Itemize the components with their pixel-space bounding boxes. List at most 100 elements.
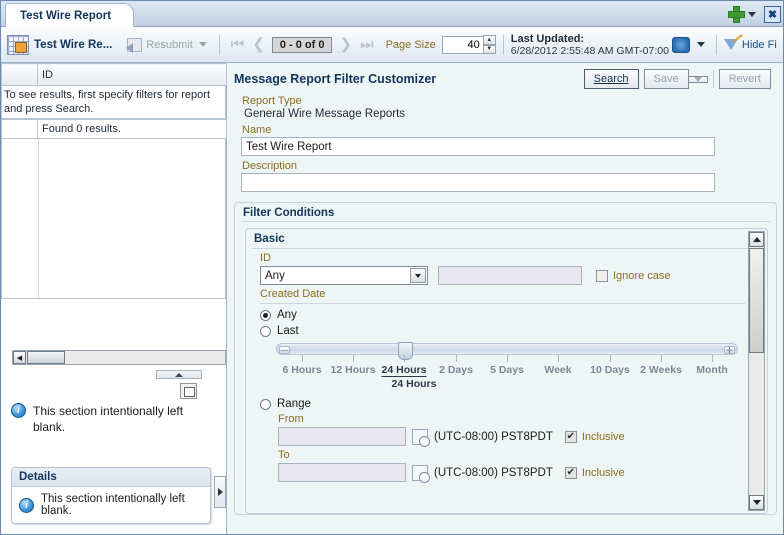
range-fields: From (UTC-08:00) PST8PDT Inclusive To (278, 413, 745, 483)
column-header-id[interactable]: ID (37, 63, 227, 86)
expand-right-icon[interactable] (214, 476, 226, 508)
from-inclusive-label: Inclusive (581, 430, 625, 443)
created-date-range-label: Range (277, 398, 311, 410)
tab-label: Test Wire Report (20, 9, 112, 22)
report-type-value: General Wire Message Reports (244, 108, 406, 120)
results-horizontal-scrollbar[interactable]: ◀ (12, 350, 226, 365)
page-size-input[interactable] (441, 35, 484, 54)
id-value-input[interactable] (438, 266, 582, 285)
from-label: From (278, 413, 304, 425)
created-date-any-label: Any (277, 309, 297, 321)
scroll-left-icon[interactable]: ◀ (13, 351, 26, 364)
search-button[interactable]: Search (583, 69, 639, 89)
slider-track[interactable]: — ✛ (276, 342, 738, 360)
customizer-header: Message Report Filter Customizer Search … (228, 63, 783, 91)
created-date-any-radio-row[interactable]: Any (260, 309, 745, 321)
id-operator-select[interactable]: Any (260, 266, 428, 285)
save-menu-chevron-down-icon[interactable] (688, 75, 708, 83)
info-icon: i (11, 403, 26, 418)
refresh-icon[interactable] (671, 36, 690, 53)
column-header-select[interactable] (1, 63, 38, 86)
scroll-down-icon[interactable] (749, 495, 764, 510)
slider-tick (302, 355, 303, 362)
created-date-range-radio[interactable] (260, 398, 271, 410)
detach-icon[interactable] (180, 383, 197, 399)
last-page-icon[interactable]: ⏭ (356, 37, 378, 52)
filter-conditions-title: Filter Conditions (243, 207, 335, 219)
created-date-any-radio[interactable] (260, 309, 271, 321)
collapse-up-icon[interactable] (156, 370, 202, 379)
basic-filters-section: Basic ID Any Ignore case Created Date An… (245, 228, 768, 514)
scroll-up-icon[interactable] (749, 232, 764, 247)
slider-tick-label: 5 Days (490, 364, 524, 376)
description-input[interactable] (241, 173, 715, 192)
found-row-spacer (1, 119, 38, 139)
calendar-picker-icon[interactable] (412, 464, 430, 483)
application-window: Test Wire Report ✖ Test Wire Re... Resub… (0, 0, 784, 535)
hide-filter-button[interactable]: Hide Fi (723, 39, 777, 51)
calendar-picker-icon[interactable] (412, 428, 430, 447)
column-divider (38, 139, 39, 298)
scroll-thumb[interactable] (27, 351, 65, 364)
created-date-last-label: Last (277, 325, 299, 337)
description-label: Description (242, 160, 298, 172)
last-updated-value: 6/28/2012 2:55:48 AM GMT-07:00 (510, 44, 669, 57)
name-label: Name (242, 124, 272, 136)
next-page-icon[interactable]: ❯ (335, 37, 356, 52)
chevron-down-icon[interactable] (748, 11, 756, 17)
created-date-last-radio-row[interactable]: Last (260, 325, 745, 337)
save-button[interactable]: Save (643, 69, 689, 89)
toolbar-title: Test Wire Re... (34, 38, 113, 51)
basic-section-body: ID Any Ignore case Created Date Any Last… (246, 252, 767, 483)
created-date-last-radio[interactable] (260, 325, 271, 337)
stepper-up-icon[interactable]: ▲ (482, 35, 496, 45)
name-input[interactable] (241, 137, 715, 156)
from-inclusive-checkbox[interactable] (564, 430, 577, 443)
previous-page-icon[interactable]: ❮ (248, 37, 269, 52)
created-date-range-radio-row[interactable]: Range (260, 398, 745, 410)
slider-tick-label: 12 Hours (330, 364, 376, 376)
ignore-case-checkbox[interactable] (596, 269, 608, 282)
header-divider (712, 70, 714, 88)
slider-tick-label: 6 Hours (282, 364, 322, 376)
stepper-down-icon[interactable]: ▼ (482, 44, 496, 54)
plus-icon[interactable]: ✛ (724, 346, 735, 355)
page-size-label: Page Size (385, 38, 436, 51)
details-body: i This section intentionally left blank. (12, 487, 210, 523)
found-results-text: Found 0 results. (37, 119, 227, 139)
from-timezone: (UTC-08:00) PST8PDT (434, 430, 553, 443)
first-page-icon[interactable]: ⏮ (227, 37, 249, 52)
id-filter-row: Any Ignore case (260, 266, 745, 285)
to-inclusive-label: Inclusive (581, 466, 625, 479)
scroll-thumb[interactable] (749, 248, 764, 353)
to-timezone: (UTC-08:00) PST8PDT (434, 466, 553, 479)
slider-tick-label: 2 Days (439, 364, 473, 376)
close-icon[interactable]: ✖ (764, 5, 781, 23)
revert-button[interactable]: Revert (718, 69, 771, 89)
minus-icon[interactable]: — (279, 346, 290, 355)
slider-tick-label: 24 Hours (381, 364, 427, 377)
to-date-input[interactable] (278, 463, 406, 482)
details-title: Details (12, 468, 210, 487)
created-date-label: Created Date (260, 288, 326, 300)
results-empty-message: To see results, first specify filters fo… (1, 86, 226, 119)
refresh-menu-chevron-down-icon[interactable] (696, 42, 705, 47)
filter-conditions-section: Filter Conditions Basic ID Any Ignore ca… (234, 202, 777, 515)
to-row: (UTC-08:00) PST8PDT Inclusive (278, 463, 745, 483)
slider-tick (456, 355, 457, 362)
info-icon: i (19, 497, 34, 513)
add-tab-icon[interactable] (728, 6, 745, 23)
slider-tick (404, 355, 405, 362)
last-duration-slider[interactable]: — ✛ 6 Hours 12 Hours 24 Hours 2 Days 5 Days W… (276, 342, 738, 390)
section-divider (252, 248, 761, 249)
resubmit-button[interactable]: Resubmit (122, 36, 211, 54)
slider-tick-label: Month (696, 364, 728, 376)
basic-section-scrollbar[interactable] (748, 231, 765, 511)
page-size-stepper[interactable]: ▲ ▼ (482, 35, 496, 54)
toolbar-divider (715, 34, 717, 55)
report-type-label: Report Type (242, 95, 302, 107)
tab-test-wire-report[interactable]: Test Wire Report (5, 3, 135, 27)
from-date-input[interactable] (278, 427, 406, 446)
to-inclusive-checkbox[interactable] (564, 466, 577, 479)
filter-edit-icon (723, 39, 738, 50)
